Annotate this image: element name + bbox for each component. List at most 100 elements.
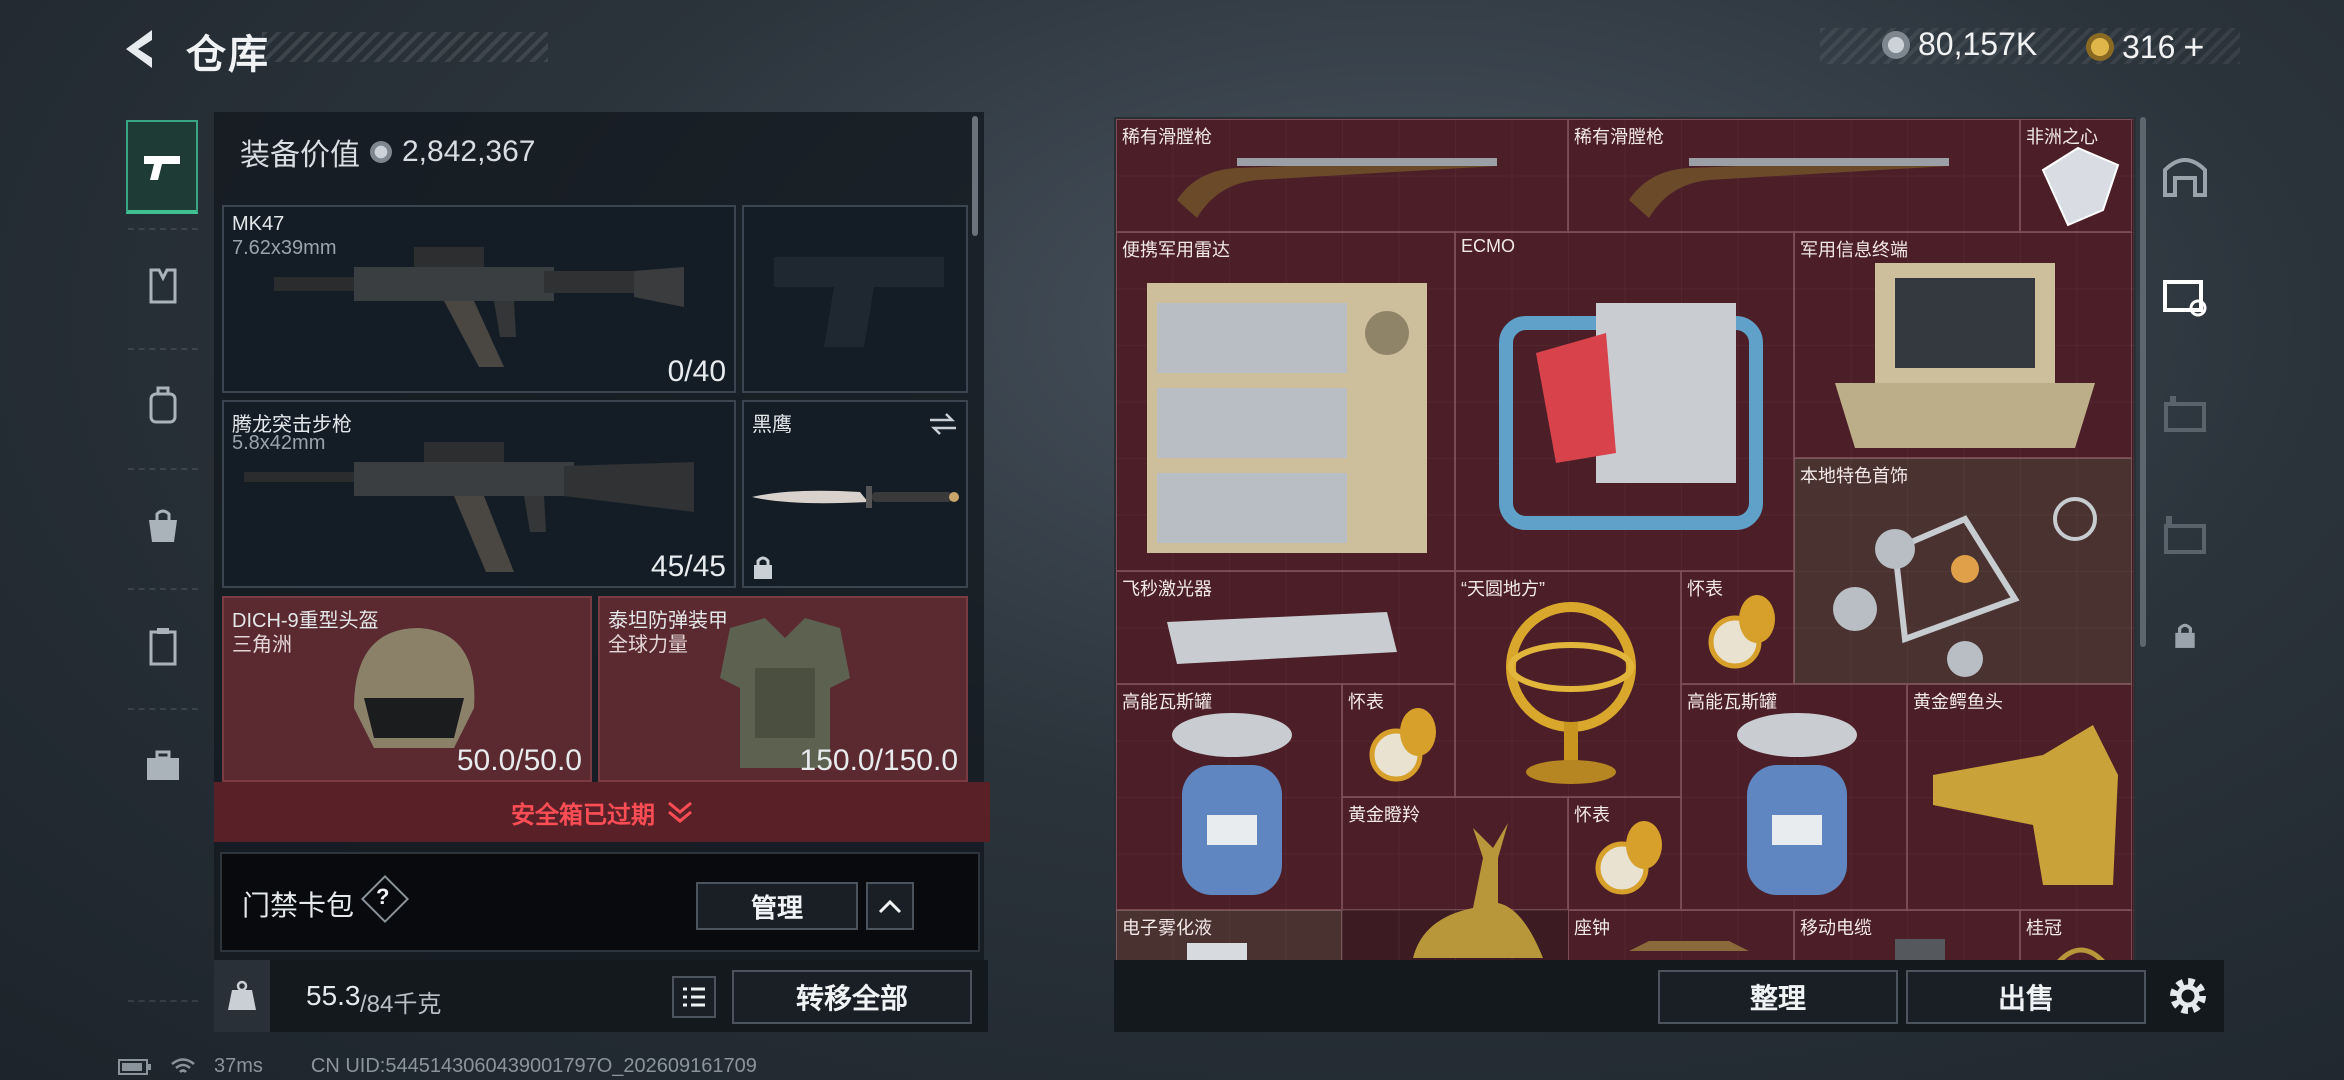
item-clock[interactable]: 座钟 xyxy=(1568,910,1794,961)
storage-tab-home[interactable] xyxy=(2150,120,2220,230)
bag-icon xyxy=(149,509,177,542)
ammo-count: 0/40 xyxy=(667,355,726,388)
grid-scrollbar[interactable] xyxy=(2140,117,2146,647)
item-pocket-watch[interactable]: 怀表 xyxy=(1568,797,1681,910)
weight-max: /84千克 xyxy=(360,991,442,1018)
item-musket[interactable]: 稀有滑膛枪 xyxy=(1116,119,1568,232)
collapse-button[interactable] xyxy=(866,882,914,930)
item-diamond[interactable]: 非洲之心 xyxy=(2020,119,2132,232)
sort-button[interactable]: 整理 xyxy=(1658,970,1898,1024)
item-ecmo[interactable]: ECMO xyxy=(1455,232,1794,571)
item-gas-can[interactable]: 高能瓦斯罐 xyxy=(1681,684,1907,910)
divider xyxy=(128,1000,198,1002)
secondary-weapon-slot[interactable]: 腾龙突击步枪 5.8x42mm 45/45 xyxy=(222,400,736,588)
nav-briefcase[interactable] xyxy=(118,716,208,816)
safebox-expired-banner[interactable]: 安全箱已过期 xyxy=(214,782,990,842)
storage-tab-locked-3[interactable] xyxy=(2150,600,2220,670)
gear-case-icon xyxy=(2163,280,2207,317)
swap-icon[interactable] xyxy=(928,412,958,436)
item-label: 飞秒激光器 xyxy=(1122,579,1212,599)
ping-value: 37ms xyxy=(214,1055,263,1077)
nav-clipboard[interactable] xyxy=(118,596,208,696)
storage-tab-locked-1[interactable] xyxy=(2150,360,2220,470)
premium-balance[interactable]: 316 + xyxy=(2086,26,2204,68)
list-button[interactable] xyxy=(672,976,716,1018)
add-currency-button[interactable]: + xyxy=(2183,26,2204,68)
list-icon xyxy=(683,987,705,1007)
armor-slot[interactable]: 泰坦防弹装甲 全球力量 150.0/150.0 xyxy=(598,596,968,782)
vest-icon xyxy=(149,268,177,304)
transfer-all-button[interactable]: 转移全部 xyxy=(732,970,972,1024)
settings-gear-icon[interactable] xyxy=(2164,972,2212,1020)
pocket-watch-icon xyxy=(1595,821,1662,895)
scrollbar[interactable] xyxy=(972,116,978,236)
item-label: 便携军用雷达 xyxy=(1122,240,1230,260)
title-decoration xyxy=(262,32,548,62)
keycard-label: 门禁卡包 xyxy=(242,890,355,921)
item-liquid[interactable]: 电子雾化液 xyxy=(1116,910,1342,961)
left-nav xyxy=(118,108,208,1008)
pocket-watch-icon xyxy=(1708,595,1775,669)
page-title: 仓库 xyxy=(186,33,270,77)
divider xyxy=(128,348,198,350)
item-jewelry[interactable]: 本地特色首饰 xyxy=(1794,458,2132,684)
helmet-faction: 三角洲 xyxy=(232,634,292,656)
item-laurel[interactable]: 桂冠 xyxy=(2020,910,2132,961)
musket-icon xyxy=(1177,158,1497,218)
sidearm-slot[interactable] xyxy=(742,205,968,393)
status-bar: 37ms CN UID:5445143060439001797O_2026091… xyxy=(118,1055,757,1078)
weight-bar: 55.3 /84千克 转移全部 xyxy=(214,960,988,1032)
briefcase-icon xyxy=(147,750,179,780)
coin-amount: 80,157K xyxy=(1918,26,2038,62)
diamond-icon xyxy=(2041,146,2120,227)
nav-vest[interactable] xyxy=(118,236,208,336)
divider xyxy=(128,708,198,710)
pistol-icon xyxy=(144,156,180,180)
cable-icon xyxy=(1895,939,1945,961)
clock-icon xyxy=(1629,941,1749,951)
gas-can-icon xyxy=(1737,713,1857,895)
item-pocket-watch[interactable]: 怀表 xyxy=(1681,571,1794,684)
nav-weapons[interactable] xyxy=(126,120,198,214)
item-laser[interactable]: 飞秒激光器 xyxy=(1116,571,1455,684)
storage-grid: 稀有滑膛枪 稀有滑膛枪 非洲之心 便携军用雷达 ECMO 军用信息终端 本地特色… xyxy=(1114,117,2136,963)
gas-can-icon xyxy=(1172,713,1292,895)
storage-tab-locked-2[interactable] xyxy=(2150,480,2220,590)
item-gas-can[interactable]: 高能瓦斯罐 xyxy=(1116,684,1342,910)
item-terminal[interactable]: 军用信息终端 xyxy=(1794,232,2132,458)
item-pocket-watch[interactable]: 怀表 xyxy=(1342,684,1455,797)
back-arrow-icon[interactable] xyxy=(118,24,158,74)
item-cable[interactable]: 移动电缆 xyxy=(1794,910,2020,961)
sell-button[interactable]: 出售 xyxy=(1906,970,2146,1024)
primary-weapon-slot[interactable]: MK47 7.62x39mm 0/40 xyxy=(222,205,736,393)
storage-box-icon xyxy=(2164,516,2206,554)
helmet-slot[interactable]: DICH-9重型头盔 三角洲 50.0/50.0 xyxy=(222,596,592,782)
manage-button[interactable]: 管理 xyxy=(696,882,858,930)
premium-amount: 316 xyxy=(2122,28,2176,65)
nav-backpack[interactable] xyxy=(118,356,208,456)
melee-slot[interactable]: 黑鹰 xyxy=(742,400,968,588)
nav-bag[interactable] xyxy=(118,476,208,576)
gold-croc-head-icon xyxy=(1933,725,2118,885)
weight-kg-icon xyxy=(228,980,256,1010)
item-label: 黄金鳄鱼头 xyxy=(1913,692,2003,712)
storage-tabs xyxy=(2150,110,2220,710)
chevron-up-icon xyxy=(878,899,902,914)
weight-current: 55.3 xyxy=(306,980,361,1011)
storage-tab-gear[interactable] xyxy=(2150,240,2220,350)
item-gold-croc[interactable]: 黄金鳄鱼头 xyxy=(1907,684,2132,910)
item-gold-gazelle[interactable]: 黄金瞪羚 xyxy=(1342,797,1568,958)
chevron-down-double-icon xyxy=(668,801,692,823)
rifle-icon xyxy=(244,442,694,572)
laurel-icon xyxy=(2056,947,2106,961)
item-musket[interactable]: 稀有滑膛枪 xyxy=(1568,119,2020,232)
safebox-expired-text: 安全箱已过期 xyxy=(511,801,655,829)
item-radar[interactable]: 便携军用雷达 xyxy=(1116,232,1455,571)
armor-faction: 全球力量 xyxy=(608,634,688,656)
pistol-silhouette-icon xyxy=(774,257,944,347)
item-armillary[interactable]: “天圆地方” xyxy=(1455,571,1681,797)
battery-icon xyxy=(118,1058,151,1075)
item-label: 座钟 xyxy=(1574,918,1610,938)
help-icon[interactable]: ? xyxy=(376,884,389,910)
laser-icon xyxy=(1167,612,1397,664)
